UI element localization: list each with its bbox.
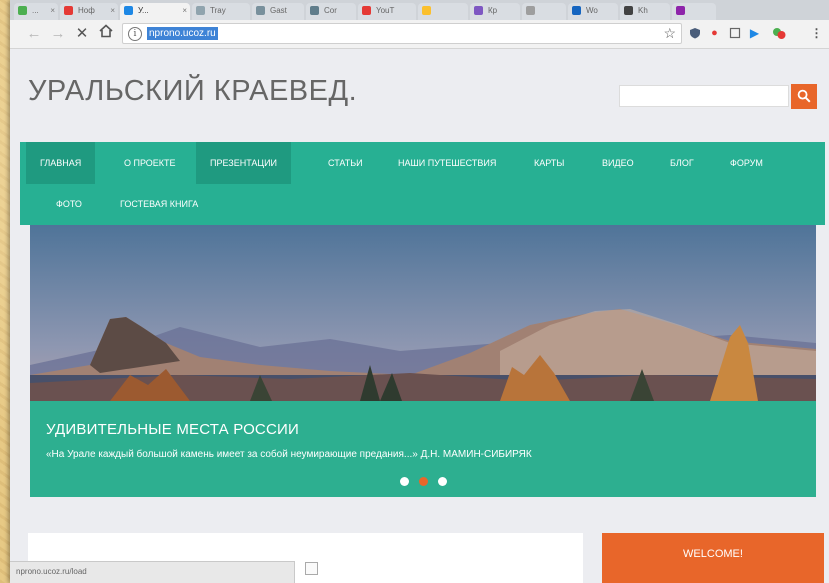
extension-icon[interactable] <box>688 27 701 40</box>
extension-icon[interactable] <box>728 27 741 40</box>
translate-icon <box>773 28 786 39</box>
tab-favicon <box>64 6 73 15</box>
browser-tab[interactable]: Kh <box>620 3 670 20</box>
nav-item-presentations[interactable]: ПРЕЗЕНТАЦИИ <box>196 142 292 184</box>
browser-tab[interactable]: YouT <box>358 3 416 20</box>
broken-image-icon <box>305 562 318 575</box>
tab-label: Ноф <box>78 6 95 15</box>
menu-icon[interactable]: ⋮ <box>810 27 823 40</box>
extension-icon[interactable] <box>772 27 786 40</box>
tab-favicon <box>362 6 371 15</box>
tab-favicon <box>256 6 265 15</box>
nav-item-video[interactable]: ВИДЕО <box>588 142 648 184</box>
tab-favicon <box>572 6 581 15</box>
browser-tab[interactable]: Cor <box>306 3 356 20</box>
extension-icon[interactable]: ▶ <box>748 27 761 40</box>
main-navigation: ГЛАВНАЯ О ПРОЕКТЕ ПРЕЗЕНТАЦИИ СТАТЬИ НАШ… <box>20 142 825 225</box>
tab-label: ... <box>32 6 39 15</box>
nav-item-photo[interactable]: ФОТО <box>42 183 96 225</box>
slider-caption: УДИВИТЕЛЬНЫЕ МЕСТА РОССИИ «На Урале кажд… <box>30 401 816 497</box>
browser-window: ... × Ноф × У... × Tray Gast Cor YouT Кр Wo… <box>10 0 829 583</box>
home-icon <box>99 24 113 38</box>
forward-button[interactable]: → <box>48 24 68 44</box>
search-input[interactable] <box>619 85 789 107</box>
slider-quote: «На Урале каждый большой камень имеет за… <box>46 449 532 460</box>
address-bar[interactable]: i nprono.ucoz.ru ☆ <box>122 23 682 44</box>
tab-strip: ... × Ноф × У... × Tray Gast Cor YouT Кр Wo… <box>10 0 829 20</box>
tab-favicon <box>526 6 535 15</box>
tab-favicon <box>18 6 27 15</box>
bookmark-star-icon[interactable]: ☆ <box>663 25 676 42</box>
browser-tab-active[interactable]: У... × <box>120 3 190 20</box>
search-icon <box>797 89 811 103</box>
tab-favicon <box>676 6 685 15</box>
hero-slider: УДИВИТЕЛЬНЫЕ МЕСТА РОССИИ «На Урале кажд… <box>30 225 816 497</box>
nav-item-travels[interactable]: НАШИ ПУТЕШЕСТВИЯ <box>384 142 510 184</box>
page-viewport: УРАЛЬСКИЙ КРАЕВЕД. ГЛАВНАЯ О ПРОЕКТЕ ПРЕ… <box>10 49 829 583</box>
info-icon[interactable]: i <box>128 27 142 41</box>
tab-label: Gast <box>270 6 287 15</box>
status-bar: nprono.ucoz.ru/load <box>10 561 295 583</box>
stop-button[interactable]: ✕ <box>72 24 92 44</box>
browser-toolbar: ← → ✕ i nprono.ucoz.ru ☆ ● ▶ ⋮ <box>10 20 829 49</box>
tab-favicon <box>624 6 633 15</box>
browser-tab[interactable]: Tray <box>192 3 250 20</box>
tab-label: YouT <box>376 6 395 15</box>
tab-label: Кр <box>488 6 498 15</box>
browser-tab[interactable]: Wo <box>568 3 618 20</box>
slider-title[interactable]: УДИВИТЕЛЬНЫЕ МЕСТА РОССИИ <box>46 421 299 438</box>
nav-item-home[interactable]: ГЛАВНАЯ <box>26 142 96 184</box>
browser-tab[interactable] <box>522 3 566 20</box>
page-icon <box>729 27 740 39</box>
tab-favicon <box>196 6 205 15</box>
nav-item-maps[interactable]: КАРТЫ <box>520 142 578 184</box>
slider-dot[interactable] <box>400 477 409 486</box>
nav-item-forum[interactable]: ФОРУМ <box>716 142 777 184</box>
extension-icon[interactable]: ● <box>708 27 721 40</box>
welcome-label: WELCOME! <box>683 548 743 560</box>
browser-tab[interactable]: Gast <box>252 3 304 20</box>
welcome-box: WELCOME! <box>602 533 824 583</box>
nav-item-blog[interactable]: БЛОГ <box>656 142 708 184</box>
tab-label: Cor <box>324 6 337 15</box>
tab-favicon <box>124 6 133 15</box>
site-title[interactable]: УРАЛЬСКИЙ КРАЕВЕД. <box>28 75 357 108</box>
tab-favicon <box>310 6 319 15</box>
close-icon[interactable]: × <box>182 3 187 18</box>
search-button[interactable] <box>791 84 817 109</box>
shield-icon <box>689 28 700 39</box>
nav-item-guestbook[interactable]: ГОСТЕВАЯ КНИГА <box>106 183 212 225</box>
back-button[interactable]: ← <box>24 24 44 44</box>
browser-tab[interactable]: ... × <box>14 3 58 20</box>
url-text[interactable]: nprono.ucoz.ru <box>147 27 218 40</box>
browser-tab[interactable]: Кр <box>470 3 520 20</box>
tab-label: Tray <box>210 6 226 15</box>
browser-tab[interactable]: Ноф × <box>60 3 118 20</box>
slider-dot[interactable] <box>438 477 447 486</box>
nav-item-about[interactable]: О ПРОЕКТЕ <box>110 142 190 184</box>
tab-favicon <box>422 6 431 15</box>
browser-tab[interactable] <box>418 3 468 20</box>
slider-dot-active[interactable] <box>419 477 428 486</box>
tab-label: Wo <box>586 6 598 15</box>
home-button[interactable] <box>96 24 116 44</box>
browser-tab[interactable] <box>672 3 716 20</box>
tab-label: У... <box>138 6 149 15</box>
close-icon[interactable]: × <box>110 3 115 18</box>
close-icon[interactable]: × <box>50 3 55 18</box>
tab-label: Kh <box>638 6 648 15</box>
tab-favicon <box>474 6 483 15</box>
nav-item-articles[interactable]: СТАТЬИ <box>314 142 377 184</box>
